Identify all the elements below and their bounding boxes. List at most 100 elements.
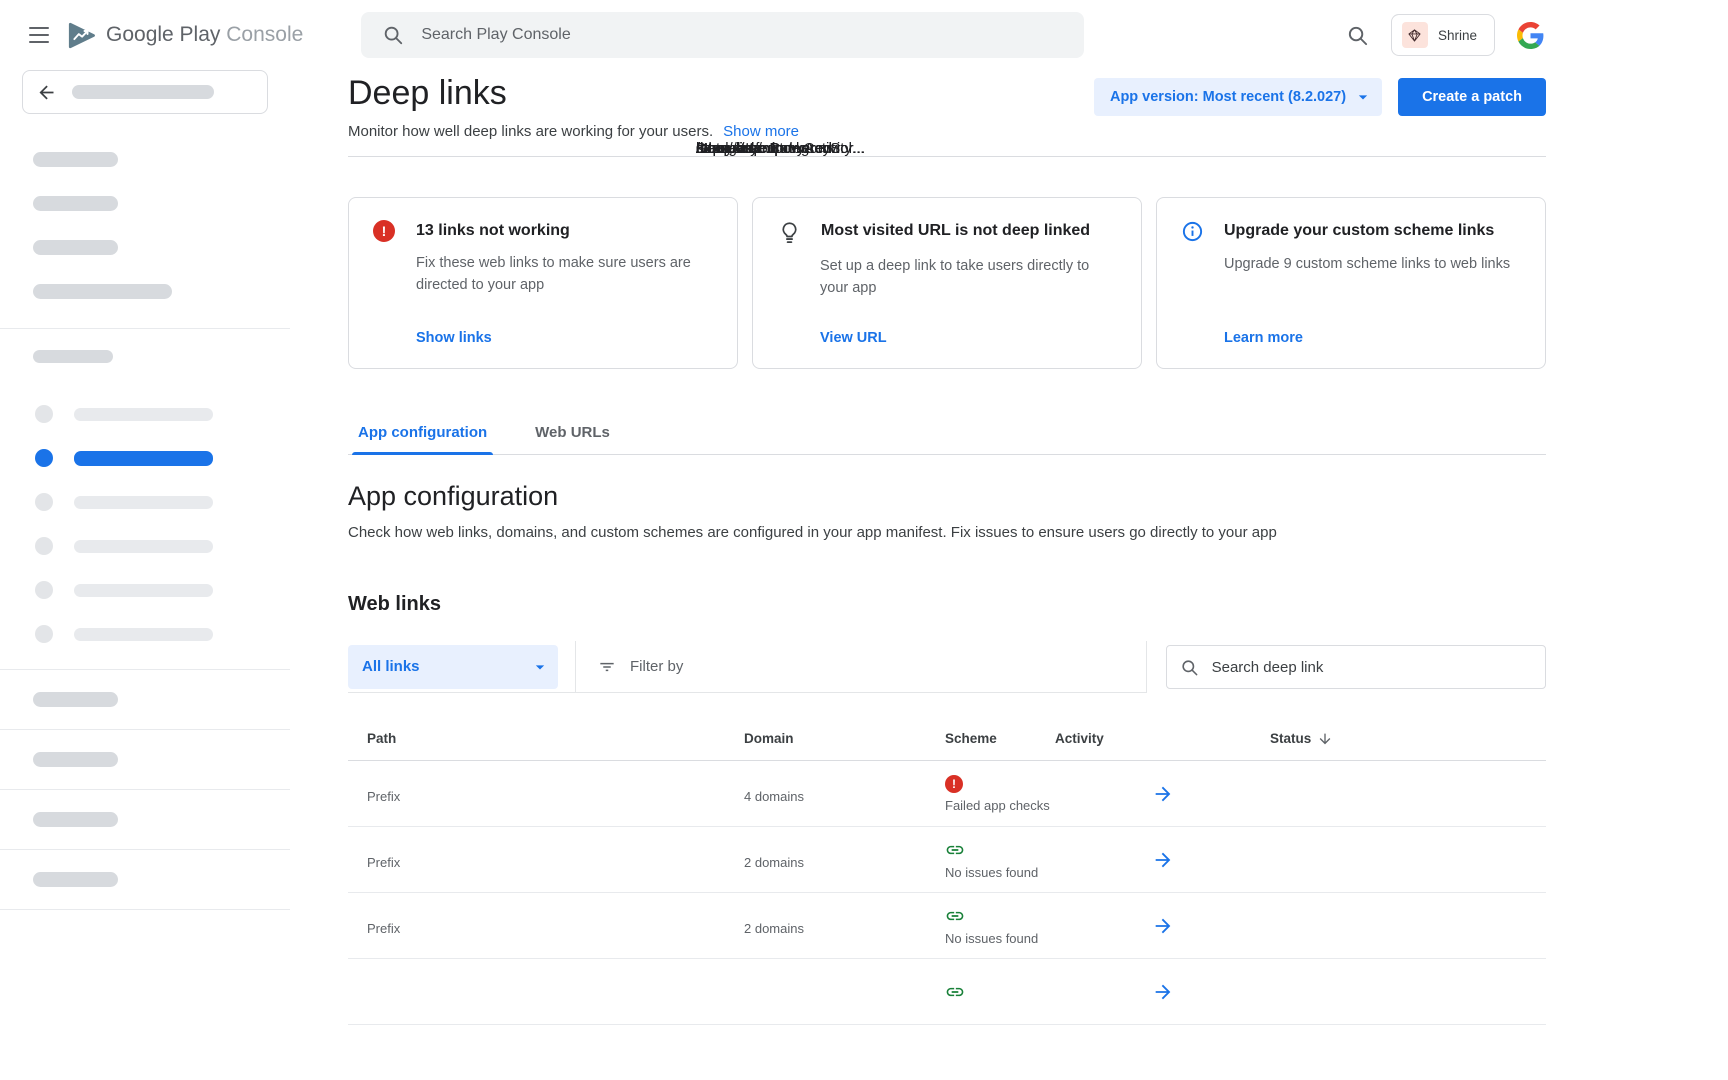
web-links-heading: Web links [348, 593, 1546, 616]
info-icon [1181, 220, 1205, 243]
filter-by-button[interactable]: Filter by [597, 657, 683, 677]
section-title: App configuration [348, 481, 1546, 512]
sidebar-divider [0, 328, 290, 329]
learn-more-link[interactable]: Learn more [1224, 330, 1303, 346]
card-title: Most visited URL is not deep linked [821, 220, 1090, 245]
nav-skeleton-item[interactable] [33, 752, 118, 767]
nav-skeleton-item[interactable] [35, 581, 290, 599]
page-subtitle: Monitor how well deep links are working … [348, 123, 713, 140]
toolbar-left: All links Filter by [348, 641, 1147, 693]
nav-item-icon [35, 625, 53, 643]
toolbar-divider [575, 641, 576, 693]
nav-item-label-skeleton [74, 451, 213, 466]
nav-skeleton-item[interactable] [33, 284, 172, 299]
links-filter-dropdown[interactable]: All links [348, 645, 558, 689]
header-actions: App version: Most recent (8.2.027) Creat… [1094, 78, 1546, 116]
cell-domain: store.steampowered... 2 domains [744, 850, 945, 870]
arrow-forward-icon[interactable] [1152, 849, 1174, 871]
card-title: Upgrade your custom scheme links [1224, 220, 1494, 243]
cell-domain: store.steampowered... 4 domains [744, 784, 945, 804]
nav-skeleton-item[interactable] [33, 692, 118, 707]
deep-link-search-input[interactable] [1212, 659, 1532, 676]
error-icon: ! [373, 220, 397, 242]
deep-link-search[interactable] [1166, 645, 1546, 689]
tab-app-configuration[interactable]: App configuration [348, 412, 497, 454]
arrow-forward-icon[interactable] [1152, 915, 1174, 937]
topbar-right: Shrine [1344, 14, 1728, 56]
card-body: Upgrade 9 custom scheme links to web lin… [1224, 253, 1521, 275]
nav-skeleton-item[interactable] [33, 152, 118, 167]
deep-linked-icon [945, 840, 965, 860]
show-links-link[interactable]: Show links [416, 330, 492, 346]
col-domain: Domain [744, 731, 945, 746]
nav-item-label-skeleton [74, 628, 213, 641]
cell-domain: store.steampowered... 2 domains [744, 916, 945, 936]
nav-group-bottom [0, 669, 290, 910]
sidebar-divider [0, 909, 290, 910]
app-version-label: App version: Most recent (8.2.027) [1110, 89, 1346, 105]
col-scheme: Scheme [945, 731, 1055, 746]
table-row[interactable]: /category/ Prefix store.steampowered... … [348, 827, 1546, 893]
create-patch-button[interactable]: Create a patch [1398, 78, 1546, 116]
cell-path: /category/ Prefix [348, 850, 744, 870]
show-more-link[interactable]: Show more [723, 123, 799, 140]
cell-path: /books/ Prefix [348, 916, 744, 936]
nav-item-icon [35, 493, 53, 511]
topbar-left: Google Play Console [0, 22, 303, 49]
sort-descending-icon [1317, 731, 1333, 747]
global-search-input[interactable] [421, 26, 1063, 44]
cell-actions [1055, 981, 1270, 1003]
row-domain-count: 4 domains [744, 789, 945, 804]
app-switcher-box[interactable] [22, 70, 268, 114]
col-status-label: Status [1270, 731, 1311, 746]
col-status-sort[interactable]: Status [1270, 731, 1500, 747]
cell-status: Deep linked No issues found [945, 906, 1055, 946]
links-filter-value: All links [362, 658, 420, 675]
tab-web-urls[interactable]: Web URLs [525, 412, 620, 454]
row-path-type: Prefix [367, 921, 744, 936]
section-description: Check how web links, domains, and custom… [348, 524, 1546, 541]
table-row[interactable]: /item/ store.steampowered... Deep linked [348, 959, 1546, 1025]
nav-skeleton-item[interactable] [35, 625, 290, 643]
app-selector-chip[interactable]: Shrine [1391, 14, 1495, 56]
search-icon [382, 24, 404, 46]
nav-skeleton-item[interactable] [33, 812, 118, 827]
nav-item-icon [35, 581, 53, 599]
back-arrow-icon[interactable] [34, 80, 59, 105]
nav-group-middle [0, 405, 290, 643]
nav-skeleton-item[interactable] [35, 405, 290, 423]
lightbulb-icon [777, 220, 802, 245]
arrow-forward-icon[interactable] [1152, 981, 1174, 1003]
error-icon: ! [945, 775, 963, 793]
nav-skeleton-item[interactable] [33, 240, 118, 255]
app-version-dropdown[interactable]: App version: Most recent (8.2.027) [1094, 78, 1382, 116]
nav-item-label-skeleton [74, 540, 213, 553]
skeleton-app-name [72, 85, 214, 99]
global-search[interactable] [361, 12, 1084, 58]
chevron-down-icon [530, 657, 550, 677]
logo-google-play: Google Play [106, 23, 220, 46]
table-header: Path Domain Scheme Activity Status [348, 717, 1546, 761]
menu-icon[interactable] [29, 24, 49, 46]
nav-skeleton-item[interactable] [33, 872, 118, 887]
nav-skeleton-item[interactable] [33, 196, 118, 211]
google-account-avatar[interactable] [1515, 20, 1546, 51]
search-icon-button[interactable] [1344, 22, 1371, 49]
sidebar [0, 70, 290, 1080]
deep-linked-icon [945, 906, 965, 926]
nav-skeleton-item[interactable] [35, 493, 290, 511]
sidebar-divider [0, 849, 290, 850]
row-domain-count: 2 domains [744, 855, 945, 870]
page-title: Deep links [348, 74, 799, 113]
row-status-sub: No issues found [945, 865, 1055, 880]
nav-skeleton-item[interactable] [35, 537, 290, 555]
table-row[interactable]: /story/ Prefix store.steampowered... 4 d… [348, 761, 1546, 827]
shrine-app-icon [1402, 22, 1428, 48]
nav-item-icon [35, 537, 53, 555]
tab-bar: App configuration Web URLs [348, 412, 1546, 455]
table-row[interactable]: /books/ Prefix store.steampowered... 2 d… [348, 893, 1546, 959]
view-url-link[interactable]: View URL [820, 330, 887, 346]
deep-linked-icon [945, 982, 965, 1002]
arrow-forward-icon[interactable] [1152, 783, 1174, 805]
nav-item-deep-links-active[interactable] [35, 449, 290, 467]
